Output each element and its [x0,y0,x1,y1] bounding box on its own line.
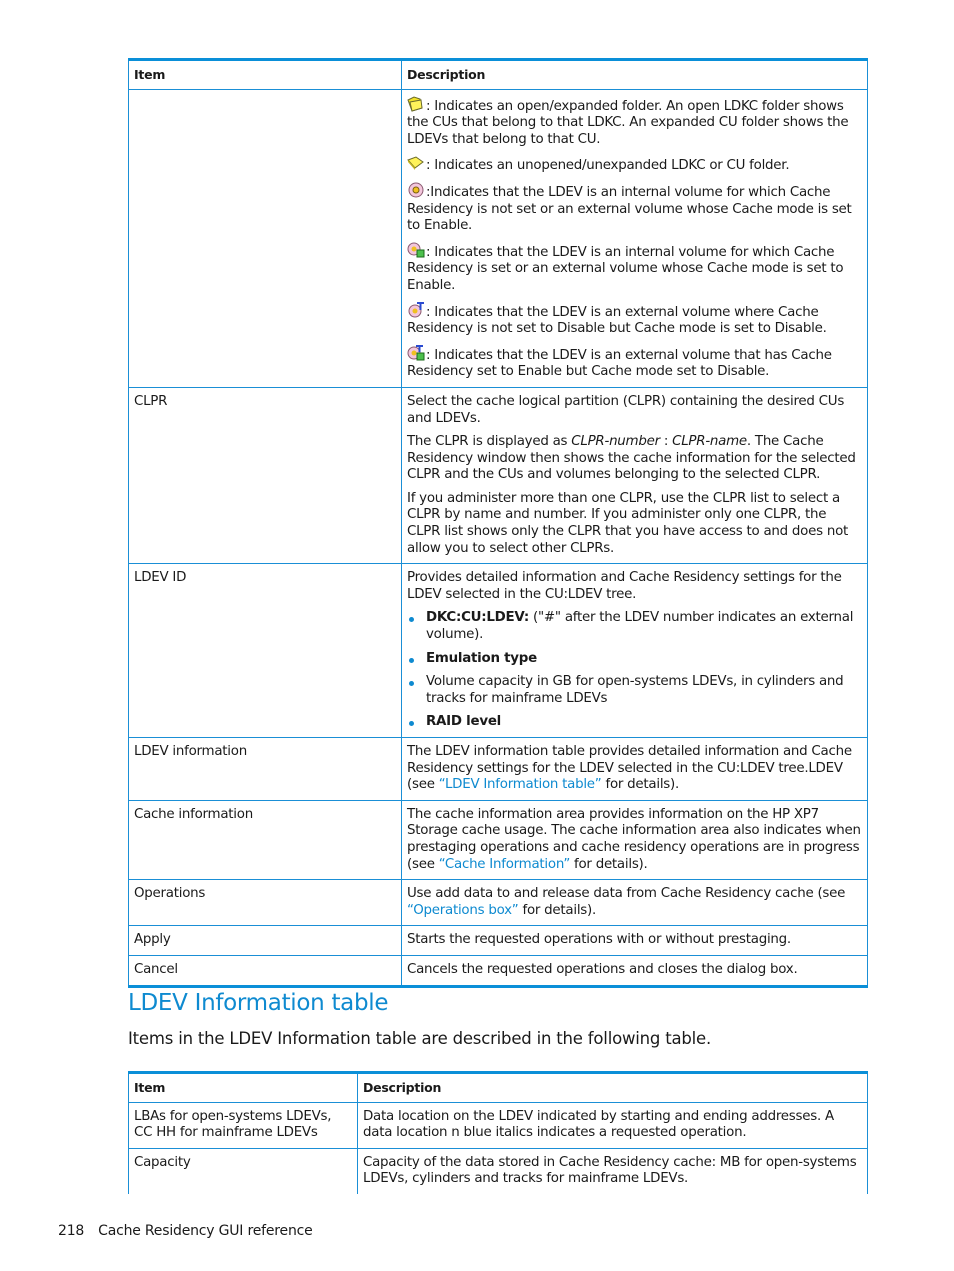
table-row-cancel: Cancel Cancels the requested operations … [128,954,868,988]
description-cell: : Indicates an open/expanded folder. An … [401,88,868,388]
description-cell: The LDEV information table provides deta… [401,737,868,801]
legend-closed-folder: : Indicates an unopened/unexpanded LDKC … [407,155,862,175]
column-header-item: Item [128,58,402,90]
ldev-information-table-link[interactable]: “LDEV Information table” [439,777,602,792]
description-cell: The cache information area provides info… [401,799,868,881]
list-item: Emulation type [407,651,862,668]
table-row-cache-information: Cache information The cache information … [128,799,868,881]
description-cell: Data location on the LDEV indicated by s… [357,1101,868,1149]
item-cell: Cache information [128,799,402,881]
table-row-apply: Apply Starts the requested operations wi… [128,925,868,956]
cache-information-link[interactable]: “Cache Information” [439,857,571,872]
item-cell: Capacity [128,1147,358,1194]
table-row-clpr: CLPR Select the cache logical partition … [128,386,868,565]
table-row-ldev-id: LDEV ID Provides detailed information an… [128,563,868,738]
item-cell [128,88,402,388]
ldev-residency-set-icon [407,242,425,258]
description-cell: Provides detailed information and Cache … [401,563,868,738]
list-item: Volume capacity in GB for open-systems L… [407,674,862,707]
section-heading: LDEV Information table [128,990,389,1016]
item-cell: LBAs for open-systems LDEVs, CC HH for m… [128,1101,358,1149]
page-number: 218 [58,1223,85,1239]
item-cell: Apply [128,925,402,956]
table-row: Capacity Capacity of the data stored in … [128,1147,868,1194]
ldev-internal-icon [407,182,425,198]
table-row-operations: Operations Use add data to and release d… [128,879,868,927]
description-cell: Cancels the requested operations and clo… [401,954,868,988]
page-footer: 218 Cache Residency GUI reference [58,1223,313,1240]
column-header-description: Description [401,58,868,90]
item-cell: LDEV ID [128,563,402,738]
ldev-id-bullet-list: DKC:CU:LDEV: ("#" after the LDEV number … [407,610,862,731]
column-header-item: Item [128,1071,358,1103]
description-cell: Starts the requested operations with or … [401,925,868,956]
item-cell: CLPR [128,386,402,565]
ldev-external-icon [407,301,425,318]
item-cell: LDEV information [128,737,402,801]
column-header-description: Description [357,1071,868,1103]
list-item: RAID level [407,714,862,731]
legend-ldev-residency-set: : Indicates that the LDEV is an internal… [407,242,862,295]
table-row-icon-legend: : Indicates an open/expanded folder. An … [128,88,868,388]
closed-folder-icon [407,155,425,171]
section-intro: Items in the LDEV Information table are … [128,1029,712,1048]
description-cell: Use add data to and release data from Ca… [401,879,868,927]
legend-ldev-internal: :Indicates that the LDEV is an internal … [407,182,862,235]
description-cell: Capacity of the data stored in Cache Res… [357,1147,868,1194]
ldev-external-residency-icon [407,344,425,361]
open-folder-icon [407,96,425,112]
table-header-row: Item Description [128,1071,868,1103]
legend-ldev-external-residency: : Indicates that the LDEV is an external… [407,344,862,381]
table-row-ldev-information: LDEV information The LDEV information ta… [128,737,868,801]
list-item: DKC:CU:LDEV: ("#" after the LDEV number … [407,610,862,643]
gui-items-table: Item Description : Indicates an open/exp… [128,58,868,988]
table-row: LBAs for open-systems LDEVs, CC HH for m… [128,1101,868,1149]
item-cell: Cancel [128,954,402,988]
operations-box-link[interactable]: “Operations box” [407,903,519,918]
footer-title: Cache Residency GUI reference [98,1223,313,1239]
legend-open-folder: : Indicates an open/expanded folder. An … [407,96,862,149]
ldev-information-table: Item Description LBAs for open-systems L… [128,1071,868,1194]
description-cell: Select the cache logical partition (CLPR… [401,386,868,565]
table-header-row: Item Description [128,58,868,90]
item-cell: Operations [128,879,402,927]
legend-ldev-external: : Indicates that the LDEV is an external… [407,301,862,338]
